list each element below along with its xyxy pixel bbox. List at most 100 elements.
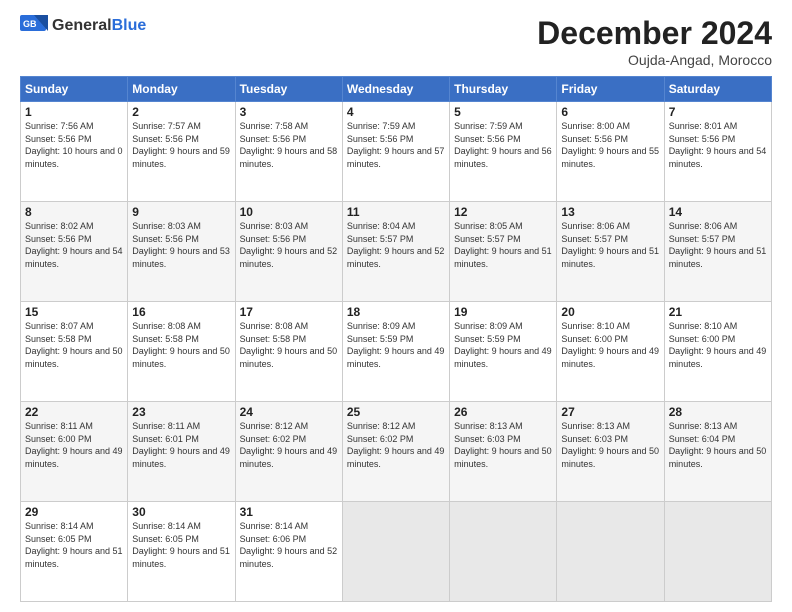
day-number: 28 — [669, 405, 767, 419]
col-friday: Friday — [557, 77, 664, 102]
calendar-page: GB GeneralBlue December 2024 Oujda-Angad… — [0, 0, 792, 612]
col-tuesday: Tuesday — [235, 77, 342, 102]
col-saturday: Saturday — [664, 77, 771, 102]
day-number: 12 — [454, 205, 552, 219]
day-number: 30 — [132, 505, 230, 519]
day-number: 15 — [25, 305, 123, 319]
day-number: 11 — [347, 205, 445, 219]
day-number: 19 — [454, 305, 552, 319]
day-info: Sunrise: 7:59 AMSunset: 5:56 PMDaylight:… — [454, 121, 552, 169]
day-info: Sunrise: 8:01 AMSunset: 5:56 PMDaylight:… — [669, 121, 767, 169]
day-info: Sunrise: 8:06 AMSunset: 5:57 PMDaylight:… — [561, 221, 659, 269]
day-cell: 21 Sunrise: 8:10 AMSunset: 6:00 PMDaylig… — [664, 302, 771, 402]
day-info: Sunrise: 8:14 AMSunset: 6:05 PMDaylight:… — [25, 521, 123, 569]
svg-text:GB: GB — [23, 19, 37, 29]
day-cell: 12 Sunrise: 8:05 AMSunset: 5:57 PMDaylig… — [450, 202, 557, 302]
logo-blue: Blue — [112, 17, 147, 34]
day-info: Sunrise: 7:58 AMSunset: 5:56 PMDaylight:… — [240, 121, 338, 169]
day-number: 1 — [25, 105, 123, 119]
day-number: 9 — [132, 205, 230, 219]
day-info: Sunrise: 8:00 AMSunset: 5:56 PMDaylight:… — [561, 121, 659, 169]
title-block: December 2024 Oujda-Angad, Morocco — [537, 15, 772, 68]
day-info: Sunrise: 8:09 AMSunset: 5:59 PMDaylight:… — [347, 321, 445, 369]
day-cell: 26 Sunrise: 8:13 AMSunset: 6:03 PMDaylig… — [450, 402, 557, 502]
day-cell: 9 Sunrise: 8:03 AMSunset: 5:56 PMDayligh… — [128, 202, 235, 302]
day-number: 6 — [561, 105, 659, 119]
day-cell: 13 Sunrise: 8:06 AMSunset: 5:57 PMDaylig… — [557, 202, 664, 302]
day-number: 14 — [669, 205, 767, 219]
day-number: 24 — [240, 405, 338, 419]
day-info: Sunrise: 8:08 AMSunset: 5:58 PMDaylight:… — [240, 321, 338, 369]
day-number: 20 — [561, 305, 659, 319]
day-cell: 30 Sunrise: 8:14 AMSunset: 6:05 PMDaylig… — [128, 502, 235, 602]
day-cell: 24 Sunrise: 8:12 AMSunset: 6:02 PMDaylig… — [235, 402, 342, 502]
day-info: Sunrise: 7:57 AMSunset: 5:56 PMDaylight:… — [132, 121, 230, 169]
day-info: Sunrise: 8:10 AMSunset: 6:00 PMDaylight:… — [669, 321, 767, 369]
week-row-4: 22 Sunrise: 8:11 AMSunset: 6:00 PMDaylig… — [21, 402, 772, 502]
day-cell: 23 Sunrise: 8:11 AMSunset: 6:01 PMDaylig… — [128, 402, 235, 502]
day-cell — [557, 502, 664, 602]
day-number: 18 — [347, 305, 445, 319]
day-number: 17 — [240, 305, 338, 319]
day-number: 8 — [25, 205, 123, 219]
day-info: Sunrise: 8:13 AMSunset: 6:04 PMDaylight:… — [669, 421, 767, 469]
location-subtitle: Oujda-Angad, Morocco — [537, 52, 772, 68]
day-number: 22 — [25, 405, 123, 419]
calendar-body: 1 Sunrise: 7:56 AMSunset: 5:56 PMDayligh… — [21, 102, 772, 602]
day-info: Sunrise: 7:59 AMSunset: 5:56 PMDaylight:… — [347, 121, 445, 169]
day-info: Sunrise: 8:03 AMSunset: 5:56 PMDaylight:… — [240, 221, 338, 269]
day-number: 7 — [669, 105, 767, 119]
day-cell — [342, 502, 449, 602]
logo-text: GeneralBlue — [52, 17, 146, 35]
day-number: 16 — [132, 305, 230, 319]
calendar-header: Sunday Monday Tuesday Wednesday Thursday… — [21, 77, 772, 102]
logo-general: General — [52, 17, 112, 34]
day-info: Sunrise: 8:14 AMSunset: 6:06 PMDaylight:… — [240, 521, 338, 569]
week-row-3: 15 Sunrise: 8:07 AMSunset: 5:58 PMDaylig… — [21, 302, 772, 402]
day-info: Sunrise: 8:03 AMSunset: 5:56 PMDaylight:… — [132, 221, 230, 269]
day-number: 26 — [454, 405, 552, 419]
col-wednesday: Wednesday — [342, 77, 449, 102]
day-info: Sunrise: 8:13 AMSunset: 6:03 PMDaylight:… — [454, 421, 552, 469]
day-info: Sunrise: 8:14 AMSunset: 6:05 PMDaylight:… — [132, 521, 230, 569]
day-info: Sunrise: 8:12 AMSunset: 6:02 PMDaylight:… — [240, 421, 338, 469]
day-cell: 15 Sunrise: 8:07 AMSunset: 5:58 PMDaylig… — [21, 302, 128, 402]
day-number: 13 — [561, 205, 659, 219]
day-info: Sunrise: 8:12 AMSunset: 6:02 PMDaylight:… — [347, 421, 445, 469]
week-row-2: 8 Sunrise: 8:02 AMSunset: 5:56 PMDayligh… — [21, 202, 772, 302]
day-cell: 1 Sunrise: 7:56 AMSunset: 5:56 PMDayligh… — [21, 102, 128, 202]
day-cell: 3 Sunrise: 7:58 AMSunset: 5:56 PMDayligh… — [235, 102, 342, 202]
day-cell: 10 Sunrise: 8:03 AMSunset: 5:56 PMDaylig… — [235, 202, 342, 302]
day-cell: 14 Sunrise: 8:06 AMSunset: 5:57 PMDaylig… — [664, 202, 771, 302]
day-number: 29 — [25, 505, 123, 519]
day-info: Sunrise: 8:07 AMSunset: 5:58 PMDaylight:… — [25, 321, 123, 369]
day-number: 4 — [347, 105, 445, 119]
day-info: Sunrise: 8:13 AMSunset: 6:03 PMDaylight:… — [561, 421, 659, 469]
day-cell: 16 Sunrise: 8:08 AMSunset: 5:58 PMDaylig… — [128, 302, 235, 402]
day-number: 27 — [561, 405, 659, 419]
day-cell: 11 Sunrise: 8:04 AMSunset: 5:57 PMDaylig… — [342, 202, 449, 302]
day-number: 2 — [132, 105, 230, 119]
day-cell: 20 Sunrise: 8:10 AMSunset: 6:00 PMDaylig… — [557, 302, 664, 402]
col-monday: Monday — [128, 77, 235, 102]
day-cell: 7 Sunrise: 8:01 AMSunset: 5:56 PMDayligh… — [664, 102, 771, 202]
day-info: Sunrise: 8:11 AMSunset: 6:01 PMDaylight:… — [132, 421, 230, 469]
day-info: Sunrise: 8:08 AMSunset: 5:58 PMDaylight:… — [132, 321, 230, 369]
day-cell: 18 Sunrise: 8:09 AMSunset: 5:59 PMDaylig… — [342, 302, 449, 402]
day-number: 31 — [240, 505, 338, 519]
logo: GB GeneralBlue — [20, 15, 146, 37]
month-title: December 2024 — [537, 15, 772, 52]
day-number: 21 — [669, 305, 767, 319]
day-cell: 29 Sunrise: 8:14 AMSunset: 6:05 PMDaylig… — [21, 502, 128, 602]
col-sunday: Sunday — [21, 77, 128, 102]
day-info: Sunrise: 8:10 AMSunset: 6:00 PMDaylight:… — [561, 321, 659, 369]
day-cell: 28 Sunrise: 8:13 AMSunset: 6:04 PMDaylig… — [664, 402, 771, 502]
day-info: Sunrise: 8:02 AMSunset: 5:56 PMDaylight:… — [25, 221, 123, 269]
day-cell: 17 Sunrise: 8:08 AMSunset: 5:58 PMDaylig… — [235, 302, 342, 402]
day-cell: 27 Sunrise: 8:13 AMSunset: 6:03 PMDaylig… — [557, 402, 664, 502]
day-number: 5 — [454, 105, 552, 119]
day-cell: 8 Sunrise: 8:02 AMSunset: 5:56 PMDayligh… — [21, 202, 128, 302]
day-number: 23 — [132, 405, 230, 419]
day-cell — [664, 502, 771, 602]
day-info: Sunrise: 7:56 AMSunset: 5:56 PMDaylight:… — [25, 121, 123, 169]
